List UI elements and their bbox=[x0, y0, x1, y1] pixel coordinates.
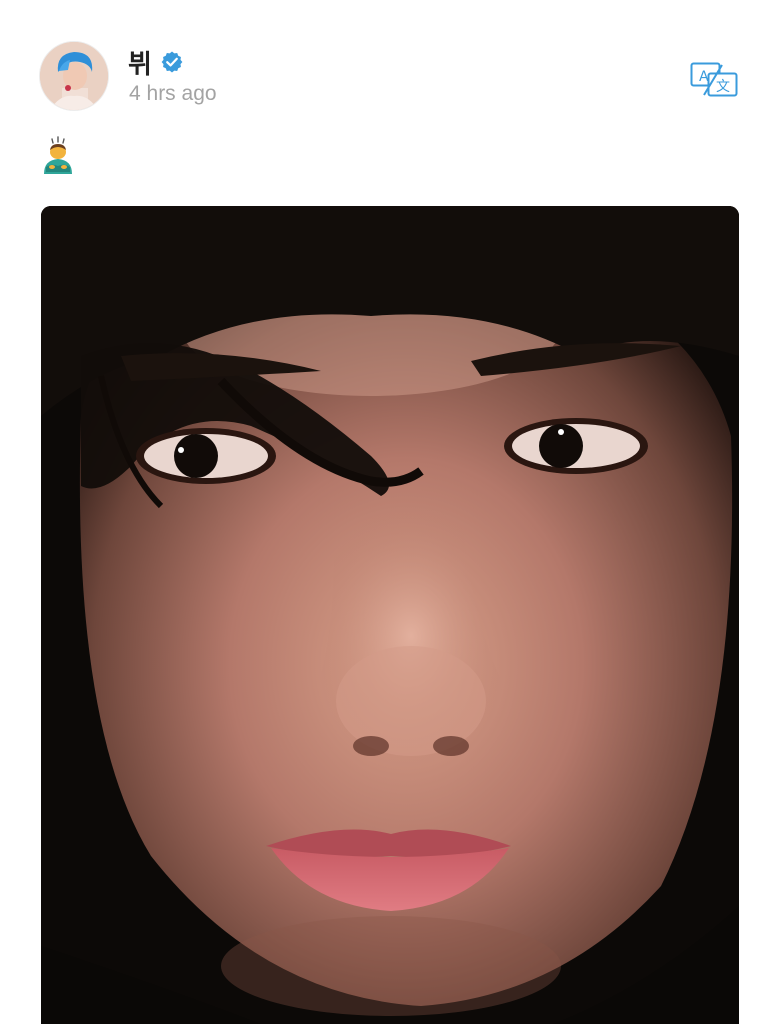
post-timestamp: 4 hrs ago bbox=[129, 82, 217, 105]
post-card: 뷔 4 hrs ago A 文 🙇‍♂️ bbox=[0, 0, 780, 1024]
post-header: 뷔 4 hrs ago A 文 bbox=[40, 42, 740, 112]
svg-text:文: 文 bbox=[716, 79, 730, 95]
translate-icon: A 文 bbox=[690, 62, 738, 97]
selfie-photo bbox=[41, 206, 739, 1024]
post-text: 🙇‍♂️ bbox=[40, 136, 80, 176]
author-name-row: 뷔 bbox=[128, 44, 184, 80]
post-image[interactable] bbox=[41, 206, 739, 1024]
bowing-man-emoji-icon bbox=[44, 136, 72, 174]
author-name[interactable]: 뷔 bbox=[128, 44, 152, 81]
author-avatar[interactable] bbox=[40, 42, 108, 110]
verified-badge-icon bbox=[160, 50, 184, 74]
translate-button[interactable]: A 文 bbox=[690, 62, 738, 98]
